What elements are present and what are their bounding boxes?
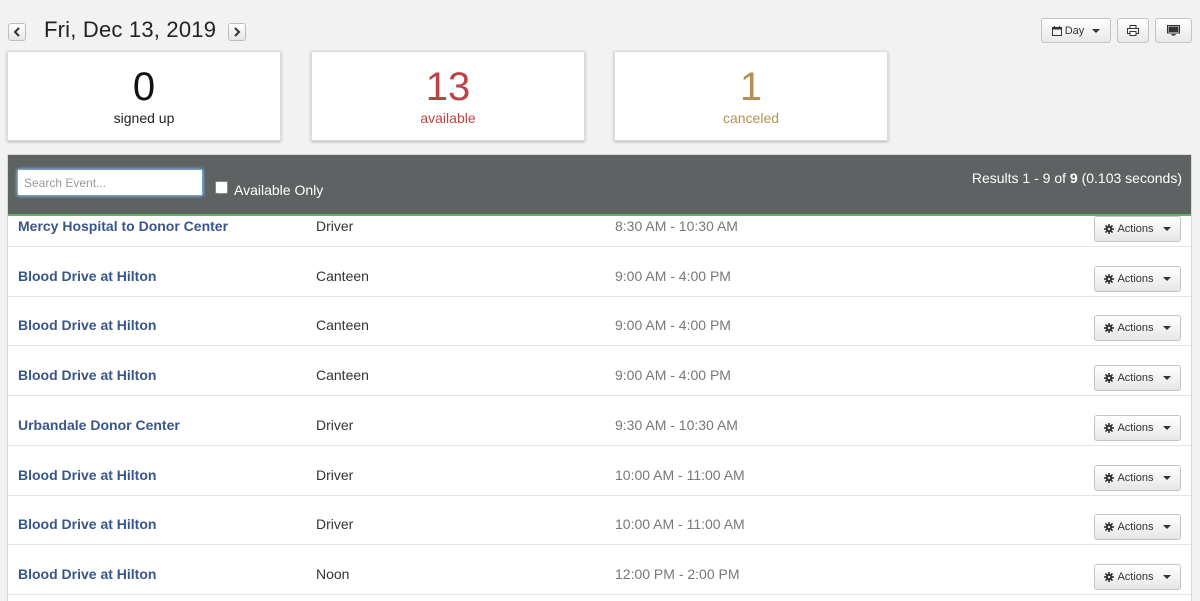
actions-button[interactable]: Actions [1094, 315, 1181, 342]
gear-icon [1104, 224, 1115, 234]
results-time: (0.103 seconds) [1077, 170, 1182, 186]
previous-day-button[interactable] [8, 23, 26, 41]
gear-icon [1104, 571, 1115, 582]
gear-icon [1104, 422, 1115, 433]
calendar-icon [1051, 25, 1062, 36]
view-dropdown-button[interactable]: Day [1041, 18, 1111, 43]
event-time: 10:00 AM - 11:00 AM [615, 516, 745, 533]
available-count: 13 [425, 65, 471, 109]
print-button[interactable] [1117, 18, 1149, 43]
signed-up-label: signed up [113, 110, 175, 126]
event-name-link[interactable]: Blood Drive at Hilton [18, 467, 156, 483]
event-name-link[interactable]: Blood Drive at Hilton [18, 516, 156, 532]
available-only-filter[interactable]: Available Only [215, 180, 324, 198]
monitor-icon [1167, 25, 1180, 36]
event-role: Driver [316, 416, 354, 433]
event-time: 9:00 AM - 4:00 PM [615, 317, 731, 334]
table-row: Urbandale Donor Center Driver 9:30 AM - 10… [8, 396, 1191, 446]
view-dropdown-label: Day [1064, 24, 1085, 37]
chevron-down-icon [1092, 28, 1101, 33]
event-role: Driver [316, 218, 354, 234]
chevron-down-icon [1162, 425, 1171, 430]
actions-label: Actions [1117, 471, 1154, 484]
gear-icon [1104, 522, 1115, 533]
gear-icon [1104, 323, 1115, 334]
search-input[interactable] [17, 169, 203, 196]
chevron-right-icon [234, 27, 241, 37]
event-time: 9:00 AM - 4:00 PM [615, 267, 731, 284]
event-name-link[interactable]: Blood Drive at Hilton [18, 268, 156, 284]
canceled-label: canceled [722, 110, 780, 126]
chevron-down-icon [1162, 525, 1171, 530]
actions-label: Actions [1117, 272, 1154, 285]
stat-card-available: 13 available [311, 51, 585, 141]
event-role: Canteen [316, 267, 369, 284]
canceled-count: 1 [739, 65, 763, 109]
gear-icon [1104, 373, 1115, 384]
event-time: 8:30 AM - 10:30 AM [615, 218, 738, 234]
event-role: Noon [316, 565, 350, 582]
chevron-down-icon [1162, 475, 1171, 480]
actions-button[interactable]: Actions [1094, 216, 1181, 242]
event-time: 9:30 AM - 10:30 AM [615, 416, 738, 433]
gear-icon [1104, 273, 1115, 284]
actions-button[interactable]: Actions [1094, 514, 1181, 541]
actions-button[interactable]: Actions [1094, 563, 1181, 590]
results-range: Results 1 - 9 of [971, 170, 1070, 186]
actions-button[interactable]: Actions [1094, 265, 1181, 292]
actions-label: Actions [1117, 570, 1154, 583]
table-row: Blood Drive at Hilton Driver 10:00 AM - 11… [8, 495, 1191, 546]
actions-label: Actions [1117, 372, 1154, 385]
event-name-link[interactable]: Urbandale Donor Center [18, 417, 180, 433]
stat-card-signed-up: 0 signed up [7, 51, 281, 141]
table-row: Blood Drive at Hilton Driver 10:00 AM - 11… [8, 446, 1191, 496]
table-row: Blood Drive at Hilton Canteen 9:00 AM - 4:… [8, 247, 1191, 297]
actions-label: Actions [1117, 322, 1154, 335]
stat-card-canceled: 1 canceled [614, 51, 888, 141]
table-row: Blood Drive at Hilton Noon 12:00 PM - 2:00… [8, 545, 1191, 595]
page-title: Fri, Dec 13, 2019 [44, 17, 217, 42]
display-mode-button[interactable] [1155, 18, 1192, 43]
actions-button[interactable]: Actions [1094, 464, 1181, 491]
event-time: 10:00 AM - 11:00 AM [615, 466, 745, 483]
table-row: Mercy Hospital to Donor Center Driver 8:30… [8, 197, 1191, 247]
event-role: Driver [316, 466, 354, 483]
event-time: 12:00 PM - 2:00 PM [615, 565, 740, 582]
next-day-button[interactable] [228, 23, 246, 41]
chevron-down-icon [1162, 227, 1171, 231]
results-summary: Results 1 - 9 of 9 (0.103 seconds) [972, 170, 1182, 186]
actions-button[interactable]: Actions [1094, 414, 1181, 441]
chevron-down-icon [1162, 574, 1171, 579]
table-row: Blood Drive at Hilton Canteen 9:00 AM - 4:… [8, 296, 1191, 347]
available-only-label: Available Only [234, 182, 324, 198]
chevron-left-icon [13, 27, 20, 37]
signed-up-count: 0 [132, 65, 156, 109]
actions-label: Actions [1117, 223, 1154, 235]
actions-label: Actions [1117, 521, 1154, 534]
event-name-link[interactable]: Blood Drive at Hilton [18, 317, 156, 333]
chevron-down-icon [1162, 276, 1171, 281]
events-panel: Available Only Results 1 - 9 of 9 (0.103… [7, 154, 1192, 601]
chevron-down-icon [1162, 326, 1171, 331]
gear-icon [1104, 472, 1115, 483]
print-icon [1127, 25, 1139, 36]
event-role: Canteen [316, 317, 369, 334]
event-time: 9:00 AM - 4:00 PM [615, 367, 731, 384]
event-name-link[interactable]: Mercy Hospital to Donor Center [18, 218, 228, 234]
event-role: Canteen [316, 367, 369, 384]
results-total: 9 [1069, 170, 1078, 186]
available-label: available [420, 110, 476, 126]
available-only-checkbox[interactable] [215, 180, 228, 194]
event-role: Driver [316, 516, 354, 533]
event-name-link[interactable]: Blood Drive at Hilton [18, 367, 156, 383]
chevron-down-icon [1162, 376, 1171, 381]
actions-label: Actions [1117, 421, 1154, 434]
event-name-link[interactable]: Blood Drive at Hilton [18, 566, 156, 582]
table-row: Blood Drive at Hilton Canteen 9:00 AM - 4:… [8, 346, 1191, 397]
actions-button[interactable]: Actions [1094, 365, 1181, 392]
